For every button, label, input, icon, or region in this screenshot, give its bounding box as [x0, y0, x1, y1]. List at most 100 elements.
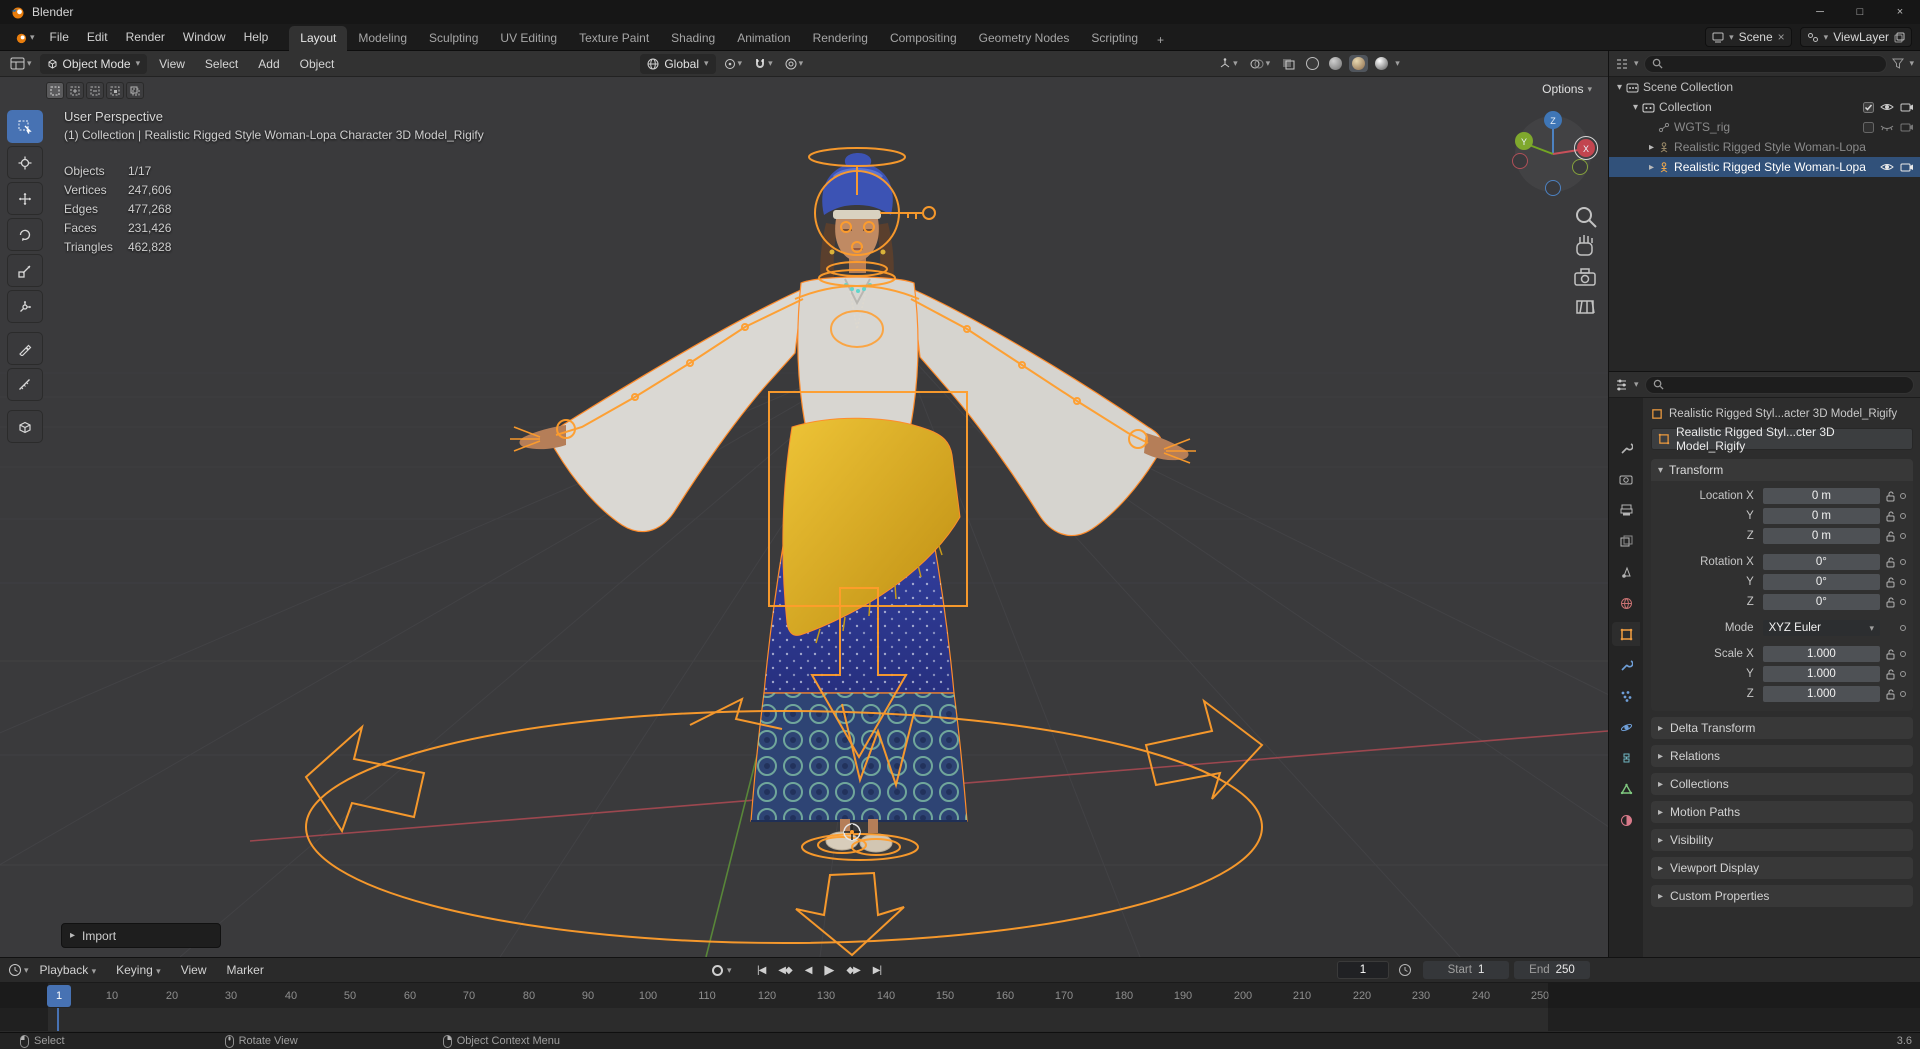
- playhead[interactable]: 1: [47, 985, 71, 1007]
- rotate-tool[interactable]: [7, 218, 43, 251]
- tab-modifiers[interactable]: [1612, 653, 1640, 677]
- camera-render-icon[interactable]: [1900, 122, 1914, 132]
- new-layer-icon[interactable]: [1894, 32, 1905, 43]
- tab-physics[interactable]: [1612, 715, 1640, 739]
- next-keyframe-button[interactable]: ◆▶: [841, 965, 864, 976]
- tab-animation[interactable]: Animation: [726, 26, 801, 51]
- auto-keying-record-button[interactable]: [712, 964, 723, 976]
- camera-render-icon[interactable]: [1900, 102, 1914, 112]
- menu-view[interactable]: View: [151, 57, 193, 71]
- object-name-field[interactable]: Realistic Rigged Styl...cter 3D Model_Ri…: [1651, 425, 1913, 453]
- lock-icon[interactable]: [1884, 669, 1897, 680]
- tab-texture-paint[interactable]: Texture Paint: [568, 26, 660, 51]
- move-tool[interactable]: [7, 182, 43, 215]
- tab-compositing[interactable]: Compositing: [879, 26, 968, 51]
- section-collections[interactable]: ▸ Collections: [1651, 773, 1913, 795]
- rotation-x-input[interactable]: 0°: [1762, 554, 1881, 570]
- tab-particles[interactable]: [1612, 684, 1640, 708]
- outliner-search-input[interactable]: [1643, 54, 1888, 73]
- camera-view-icon[interactable]: [1574, 268, 1596, 286]
- snap-button[interactable]: ▾: [750, 58, 777, 70]
- scale-x-input[interactable]: 1.000: [1762, 646, 1881, 662]
- select-mode-intersect-button[interactable]: [126, 82, 144, 99]
- animate-dot-icon[interactable]: [1897, 599, 1909, 605]
- minimize-button[interactable]: ─: [1800, 0, 1840, 24]
- tab-object[interactable]: [1612, 622, 1640, 646]
- shading-options-chevron[interactable]: ▾: [1395, 58, 1400, 69]
- outliner-row-woman-lopa-active[interactable]: ▸ Realistic Rigged Style Woman-Lopa: [1609, 157, 1920, 177]
- gizmo-x-neg[interactable]: [1512, 153, 1528, 169]
- lock-icon[interactable]: [1884, 531, 1897, 542]
- camera-render-icon[interactable]: [1900, 162, 1914, 172]
- menu-select[interactable]: Select: [197, 57, 246, 71]
- select-box-tool[interactable]: [7, 110, 43, 143]
- lock-icon[interactable]: [1884, 597, 1897, 608]
- use-preview-range-icon[interactable]: [1398, 963, 1412, 977]
- tab-material[interactable]: [1612, 808, 1640, 832]
- tab-tool[interactable]: [1612, 436, 1640, 460]
- transform-orientation-selector[interactable]: Global ▾: [640, 53, 716, 74]
- tab-modeling[interactable]: Modeling: [347, 26, 418, 51]
- animate-dot-icon[interactable]: [1897, 493, 1909, 499]
- chevron-down-icon[interactable]: ▾: [1634, 58, 1639, 69]
- timeline-menu-playback[interactable]: Playback ▾: [31, 963, 106, 977]
- menu-edit[interactable]: Edit: [78, 30, 117, 44]
- timeline-editor-icon[interactable]: [8, 963, 22, 977]
- proportional-edit-button[interactable]: ▾: [781, 58, 808, 70]
- transform-tool[interactable]: [7, 290, 43, 323]
- scale-z-input[interactable]: 1.000: [1762, 686, 1881, 702]
- animate-dot-icon[interactable]: [1897, 579, 1909, 585]
- tab-shading[interactable]: Shading: [660, 26, 726, 51]
- shading-material-button[interactable]: [1349, 55, 1369, 72]
- unlink-scene-icon[interactable]: ×: [1778, 30, 1785, 44]
- outliner-row-scene-collection[interactable]: ▾ Scene Collection: [1609, 77, 1920, 97]
- pan-hand-icon[interactable]: [1576, 235, 1593, 256]
- show-overlays-button[interactable]: ▾: [1246, 58, 1275, 70]
- exclude-checkbox-checked[interactable]: [1863, 101, 1874, 113]
- chevron-down-icon[interactable]: ▾: [1909, 58, 1914, 69]
- animate-dot-icon[interactable]: [1897, 651, 1909, 657]
- gizmo-z-neg[interactable]: [1545, 180, 1561, 196]
- shading-solid-button[interactable]: [1326, 55, 1345, 72]
- lock-icon[interactable]: [1884, 577, 1897, 588]
- scale-tool[interactable]: [7, 254, 43, 287]
- lock-icon[interactable]: [1884, 491, 1897, 502]
- shading-rendered-button[interactable]: [1372, 55, 1391, 72]
- section-custom-properties[interactable]: ▸ Custom Properties: [1651, 885, 1913, 907]
- frame-start-input[interactable]: Start 1: [1423, 961, 1509, 979]
- viewport-3d[interactable]: Z Y X User Perspective (1) Collection | …: [0, 77, 1608, 957]
- disclosure-icon[interactable]: ▾: [1617, 82, 1622, 93]
- jump-to-start-button[interactable]: |◀: [752, 965, 770, 976]
- cursor-tool[interactable]: [7, 146, 43, 179]
- menu-render[interactable]: Render: [117, 30, 174, 44]
- maximize-button[interactable]: □: [1840, 0, 1880, 24]
- tab-constraints[interactable]: [1612, 746, 1640, 770]
- xray-toggle-button[interactable]: [1278, 58, 1299, 70]
- tab-sculpting[interactable]: Sculpting: [418, 26, 489, 51]
- section-motion-paths[interactable]: ▸ Motion Paths: [1651, 801, 1913, 823]
- tab-output[interactable]: [1612, 498, 1640, 522]
- gizmo-y-neg[interactable]: [1572, 159, 1588, 175]
- chevron-down-icon[interactable]: ▾: [24, 965, 29, 976]
- editor-type-button[interactable]: ▾: [6, 57, 36, 70]
- lock-icon[interactable]: [1884, 511, 1897, 522]
- lock-icon[interactable]: [1884, 649, 1897, 660]
- eye-icon[interactable]: [1880, 102, 1894, 112]
- section-delta-transform[interactable]: ▸ Delta Transform: [1651, 717, 1913, 739]
- menu-file[interactable]: File: [41, 30, 78, 44]
- navigation-gizmo[interactable]: Z Y X: [1512, 111, 1598, 196]
- play-reverse-button[interactable]: ◀: [800, 965, 817, 976]
- jump-to-end-button[interactable]: ▶|: [868, 965, 886, 976]
- shading-wireframe-button[interactable]: [1303, 55, 1322, 72]
- select-mode-subtract-button[interactable]: [86, 82, 104, 99]
- viewlayer-selector[interactable]: ▾ ViewLayer: [1799, 27, 1912, 47]
- menu-window[interactable]: Window: [174, 30, 235, 44]
- properties-search-input[interactable]: [1644, 375, 1914, 394]
- eye-closed-icon[interactable]: [1880, 122, 1894, 132]
- menu-object[interactable]: Object: [292, 57, 343, 71]
- show-gizmo-button[interactable]: ▾: [1215, 57, 1242, 70]
- animate-dot-icon[interactable]: [1897, 513, 1909, 519]
- timeline-menu-view[interactable]: View: [172, 963, 216, 977]
- select-mode-invert-button[interactable]: [106, 82, 124, 99]
- timeline-menu-keying[interactable]: Keying ▾: [107, 963, 170, 977]
